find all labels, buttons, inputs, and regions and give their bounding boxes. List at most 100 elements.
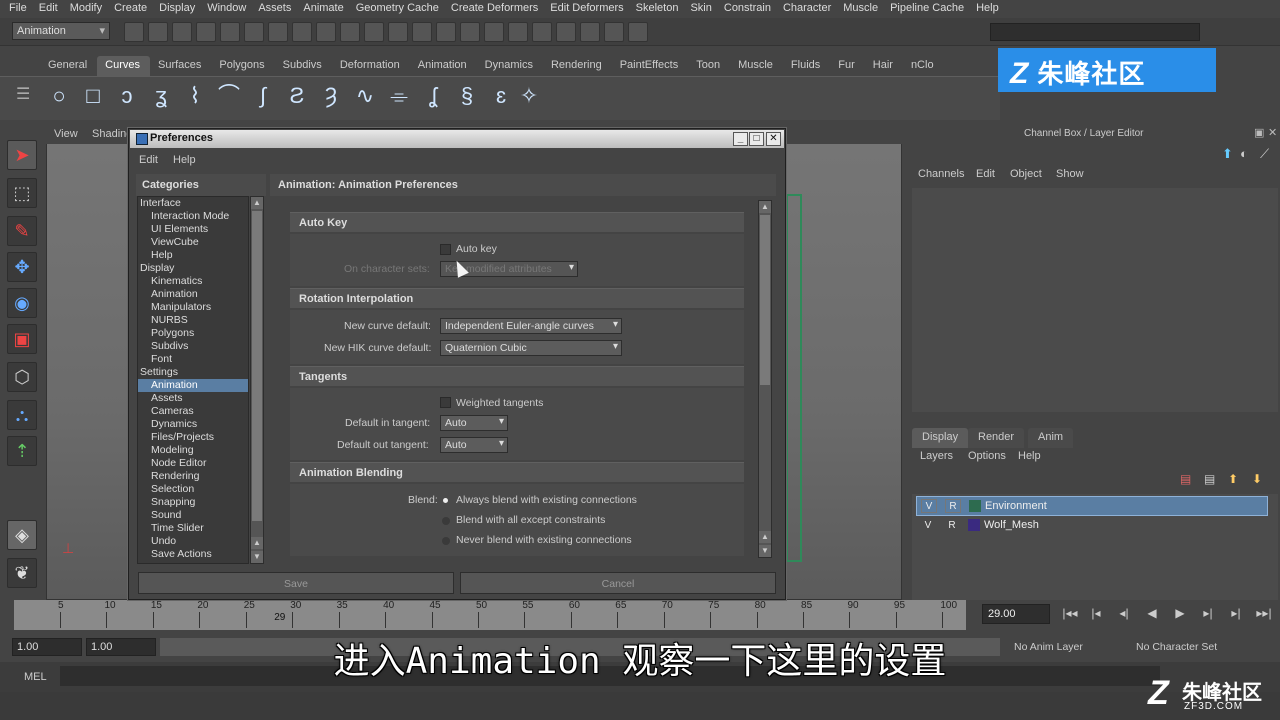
cv-curve-icon[interactable]: ↄ: [114, 84, 140, 110]
blend-always-radio[interactable]: [443, 498, 448, 503]
channel-box-area[interactable]: [912, 188, 1278, 412]
step-forward-key-icon[interactable]: ▸|: [1198, 606, 1218, 622]
step-back-key-icon[interactable]: ◂|: [1114, 606, 1134, 622]
section-auto-key[interactable]: Auto Key: [290, 212, 744, 232]
shelf-tab[interactable]: nClo: [903, 56, 944, 76]
category-item[interactable]: Manipulators: [138, 301, 248, 314]
scroll-up-icon[interactable]: ▲: [759, 531, 771, 543]
layer-color-swatch[interactable]: [969, 500, 981, 512]
menu-item[interactable]: Skin: [685, 0, 718, 18]
category-item[interactable]: Rendering: [138, 470, 248, 483]
menu-item[interactable]: Pipeline Cache: [885, 0, 971, 18]
layer-row-environment[interactable]: V R Environment: [916, 496, 1268, 516]
play-backwards-icon[interactable]: ◀: [1142, 606, 1162, 622]
layer-color-swatch[interactable]: [968, 519, 980, 531]
category-item[interactable]: Font: [138, 353, 248, 366]
save-scene-icon[interactable]: [172, 22, 192, 42]
attach-curve-icon[interactable]: ∫: [250, 84, 276, 110]
shelf-tab[interactable]: Subdivs: [275, 56, 332, 76]
menu-item[interactable]: Assets: [253, 0, 298, 18]
layer-visibility-toggle[interactable]: V: [920, 518, 936, 532]
extend-curve-icon[interactable]: ∿: [352, 84, 378, 110]
range-start-field[interactable]: 1.00: [12, 638, 82, 656]
category-item[interactable]: Interface: [138, 197, 248, 210]
soft-mod-icon[interactable]: ⛬: [7, 400, 37, 430]
scroll-down-icon[interactable]: ▼: [251, 551, 263, 563]
shelf-tab[interactable]: Animation: [410, 56, 477, 76]
range-inner-start-field[interactable]: 1.00: [86, 638, 156, 656]
category-item[interactable]: Undo: [138, 535, 248, 548]
layer-menu-layers[interactable]: Layers: [920, 450, 953, 462]
category-item[interactable]: Assets: [138, 392, 248, 405]
tool-settings-icon[interactable]: [604, 22, 624, 42]
move-down-layer-icon[interactable]: ⬇: [1252, 472, 1262, 486]
step-back-frame-icon[interactable]: |◂: [1086, 606, 1106, 622]
snap-grid-icon[interactable]: [268, 22, 288, 42]
category-item[interactable]: Modeling: [138, 444, 248, 457]
blend-never-radio[interactable]: [442, 537, 450, 545]
cancel-button[interactable]: Cancel: [460, 572, 776, 594]
attribute-toggle-icon[interactable]: ◐: [1240, 146, 1248, 161]
cb-menu-edit[interactable]: Edit: [976, 168, 995, 180]
select-tool-icon[interactable]: ➤: [7, 140, 37, 170]
auto-key-checkbox[interactable]: [440, 244, 451, 255]
layout-single-icon[interactable]: ◈: [7, 520, 37, 550]
category-item[interactable]: Help: [138, 249, 248, 262]
current-time-marker[interactable]: 29: [274, 612, 285, 623]
universal-manip-icon[interactable]: ⬡: [7, 362, 37, 392]
mode-selector[interactable]: Animation: [12, 22, 110, 40]
maximize-icon[interactable]: □: [749, 132, 764, 146]
scroll-thumb[interactable]: [252, 211, 262, 521]
menu-item[interactable]: Modify: [65, 0, 109, 18]
play-forwards-icon[interactable]: ▶: [1170, 606, 1190, 622]
category-item[interactable]: Files/Projects: [138, 431, 248, 444]
category-item[interactable]: Display: [138, 262, 248, 275]
insert-knot-icon[interactable]: Ȝ: [318, 84, 344, 110]
detach-curve-icon[interactable]: Ƨ: [284, 84, 310, 110]
new-layer-selected-icon[interactable]: ▤: [1180, 472, 1191, 486]
open-scene-icon[interactable]: [148, 22, 168, 42]
circle-curve-icon[interactable]: ○: [46, 84, 72, 110]
menu-item[interactable]: Edit: [34, 0, 65, 18]
save-button[interactable]: Save: [138, 572, 454, 594]
menu-item[interactable]: Display: [154, 0, 202, 18]
ep-curve-icon[interactable]: ʓ: [148, 84, 174, 110]
dialog-menu-edit[interactable]: Edit: [139, 154, 158, 166]
rebuild-curve-icon[interactable]: ʆ: [420, 84, 446, 110]
mel-label[interactable]: MEL: [24, 671, 47, 683]
channel-toggle-icon[interactable]: ⬆: [1222, 146, 1233, 162]
select-component-icon[interactable]: [244, 22, 264, 42]
layer-tab-anim[interactable]: Anim: [1028, 428, 1074, 448]
scroll-thumb[interactable]: [760, 215, 770, 385]
default-in-tangent-dropdown[interactable]: Auto ▾: [440, 415, 508, 431]
goto-start-icon[interactable]: |◂◂: [1060, 606, 1080, 622]
section-tangents[interactable]: Tangents: [290, 366, 744, 386]
render-frame-icon[interactable]: [484, 22, 504, 42]
categories-scrollbar[interactable]: ▲ ▲ ▼: [250, 196, 264, 564]
select-hierarchy-icon[interactable]: [196, 22, 216, 42]
step-forward-frame-icon[interactable]: ▸|: [1226, 606, 1246, 622]
scroll-down-icon[interactable]: ▲: [251, 537, 263, 549]
category-item[interactable]: Dynamics: [138, 418, 248, 431]
new-curve-default-dropdown[interactable]: Independent Euler-angle curves ▾: [440, 318, 622, 334]
input-ops-icon[interactable]: [436, 22, 456, 42]
render-view-icon[interactable]: [556, 22, 576, 42]
shelf-tab[interactable]: Polygons: [211, 56, 274, 76]
category-item[interactable]: Node Editor: [138, 457, 248, 470]
shelf-tab[interactable]: Curves: [97, 56, 150, 76]
paint-select-tool-icon[interactable]: ✎: [7, 216, 37, 246]
layer-tab-display[interactable]: Display: [912, 428, 969, 448]
smooth-curve-icon[interactable]: §: [454, 84, 480, 110]
channel-box-icon[interactable]: [628, 22, 648, 42]
rotate-tool-icon[interactable]: ◉: [7, 288, 37, 318]
blend-except-constraints-radio[interactable]: [442, 517, 450, 525]
character-set-selector[interactable]: No Character Set: [1136, 641, 1217, 653]
default-out-tangent-dropdown[interactable]: Auto ▾: [440, 437, 508, 453]
menu-item[interactable]: Muscle: [838, 0, 885, 18]
new-layer-icon[interactable]: ▤: [1204, 472, 1215, 486]
category-item[interactable]: NURBS: [138, 314, 248, 327]
category-item[interactable]: Settings: [138, 366, 248, 379]
menu-item[interactable]: Character: [778, 0, 838, 18]
layout-outliner-icon[interactable]: ❦: [7, 558, 37, 588]
shelf-tab[interactable]: PaintEffects: [612, 56, 689, 76]
